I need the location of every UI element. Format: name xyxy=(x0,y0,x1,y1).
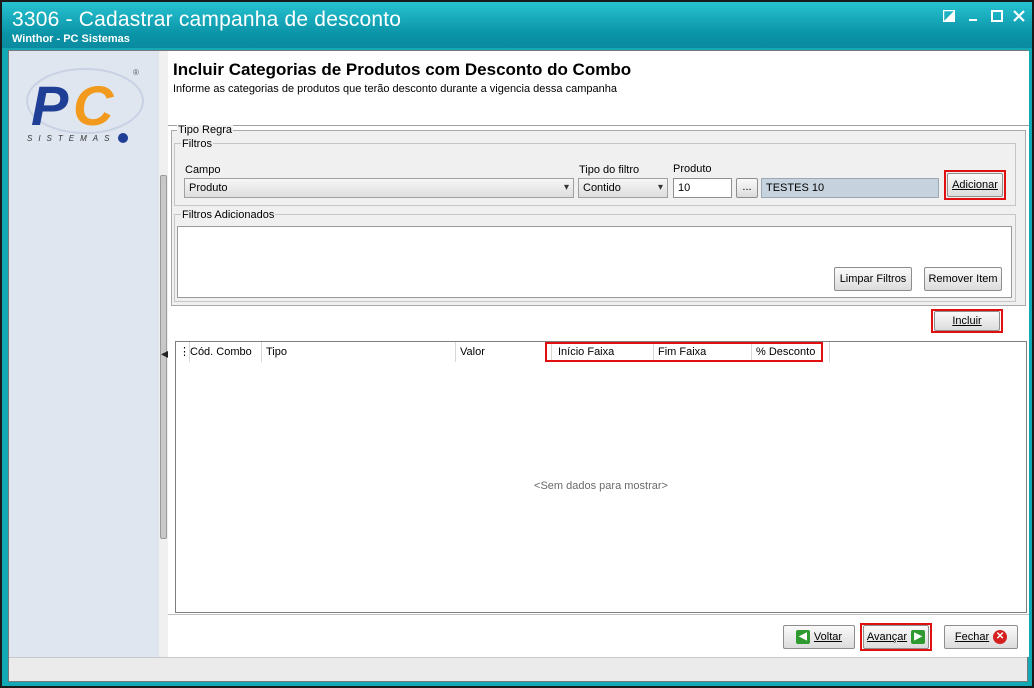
avancar-button[interactable]: Avançar ▶ xyxy=(863,625,929,649)
produto-search-button[interactable]: ... xyxy=(736,178,758,198)
voltar-label: Voltar xyxy=(813,631,843,643)
application-window: 3306 - Cadastrar campanha de desconto Wi… xyxy=(0,0,1034,688)
chevron-down-icon: ▾ xyxy=(657,182,663,193)
column-valor[interactable]: Valor xyxy=(456,342,552,362)
footer-divider xyxy=(168,614,1029,615)
combo-grid[interactable]: ⋮ Cód. Combo Tipo Valor Início Faixa Fim… xyxy=(175,341,1027,613)
sidebar: P C ® SISTEMAS xyxy=(9,51,159,657)
fechar-label: Fechar xyxy=(954,631,990,643)
campo-select[interactable]: Produto ▾ xyxy=(184,178,574,198)
close-circle-icon: ✕ xyxy=(993,630,1008,645)
main-panel: Incluir Categorias de Produtos com Desco… xyxy=(168,51,1029,657)
svg-text:®: ® xyxy=(133,68,139,77)
tipo-filtro-select[interactable]: Contido ▾ xyxy=(578,178,668,198)
column-inicio-faixa[interactable]: Início Faixa xyxy=(554,342,654,362)
avancar-label: Avançar xyxy=(866,631,908,643)
maximize-icon[interactable] xyxy=(986,8,1008,28)
svg-text:P: P xyxy=(31,74,69,137)
remover-item-button[interactable]: Remover Item xyxy=(924,267,1002,291)
tipo-regra-legend: Tipo Regra xyxy=(177,124,234,136)
limpar-filtros-button[interactable]: Limpar Filtros xyxy=(834,267,912,291)
voltar-button[interactable]: ◀ Voltar xyxy=(783,625,855,649)
pc-sistemas-logo: P C ® SISTEMAS xyxy=(25,63,149,149)
page-description: Informe as categorias de produtos que te… xyxy=(173,83,617,95)
filtros-adicionados-legend: Filtros Adicionados xyxy=(181,209,276,221)
svg-text:C: C xyxy=(73,74,115,137)
minimize-icon[interactable] xyxy=(962,8,984,28)
window-subtitle: Winthor - PC Sistemas xyxy=(12,33,130,45)
tipo-filtro-value: Contido xyxy=(583,182,621,194)
svg-text:SISTEMAS: SISTEMAS xyxy=(27,134,115,143)
column-fim-faixa[interactable]: Fim Faixa xyxy=(654,342,752,362)
campo-value: Produto xyxy=(189,182,228,194)
client-area: P C ® SISTEMAS ◀ Incluir Categorias de P… xyxy=(8,50,1029,682)
header-divider xyxy=(168,125,1029,126)
produto-code-input[interactable]: 10 xyxy=(673,178,732,198)
column-tipo[interactable]: Tipo xyxy=(262,342,456,362)
produto-label: Produto xyxy=(673,163,712,175)
chevron-down-icon: ▾ xyxy=(563,182,569,193)
window-title: 3306 - Cadastrar campanha de desconto xyxy=(12,8,402,31)
arrow-left-icon: ◀ xyxy=(795,630,810,645)
close-window-icon[interactable] xyxy=(1008,8,1030,28)
incluir-label: Incluir xyxy=(952,315,982,327)
campo-label: Campo xyxy=(185,164,221,176)
tipo-filtro-label: Tipo do filtro xyxy=(579,164,640,176)
fechar-button[interactable]: Fechar ✕ xyxy=(944,625,1018,649)
arrow-right-icon: ▶ xyxy=(911,630,926,645)
column-cod-combo[interactable]: Cód. Combo xyxy=(186,342,262,362)
column-desconto[interactable]: % Desconto xyxy=(752,342,830,362)
produto-description-field: TESTES 10 xyxy=(761,178,939,198)
filtros-legend: Filtros xyxy=(181,138,213,150)
adicionar-label: Adicionar xyxy=(952,179,998,191)
grid-header: ⋮ Cód. Combo Tipo Valor Início Faixa Fim… xyxy=(176,342,1026,362)
incluir-button[interactable]: Incluir xyxy=(934,311,1000,331)
restore-icon[interactable] xyxy=(938,8,960,28)
adicionar-button[interactable]: Adicionar xyxy=(947,173,1003,197)
page-title: Incluir Categorias de Produtos com Desco… xyxy=(173,60,632,79)
grid-empty-message: <Sem dados para mostrar> xyxy=(534,480,668,492)
title-bar: 3306 - Cadastrar campanha de desconto Wi… xyxy=(2,2,1032,48)
status-bar xyxy=(9,657,1027,681)
